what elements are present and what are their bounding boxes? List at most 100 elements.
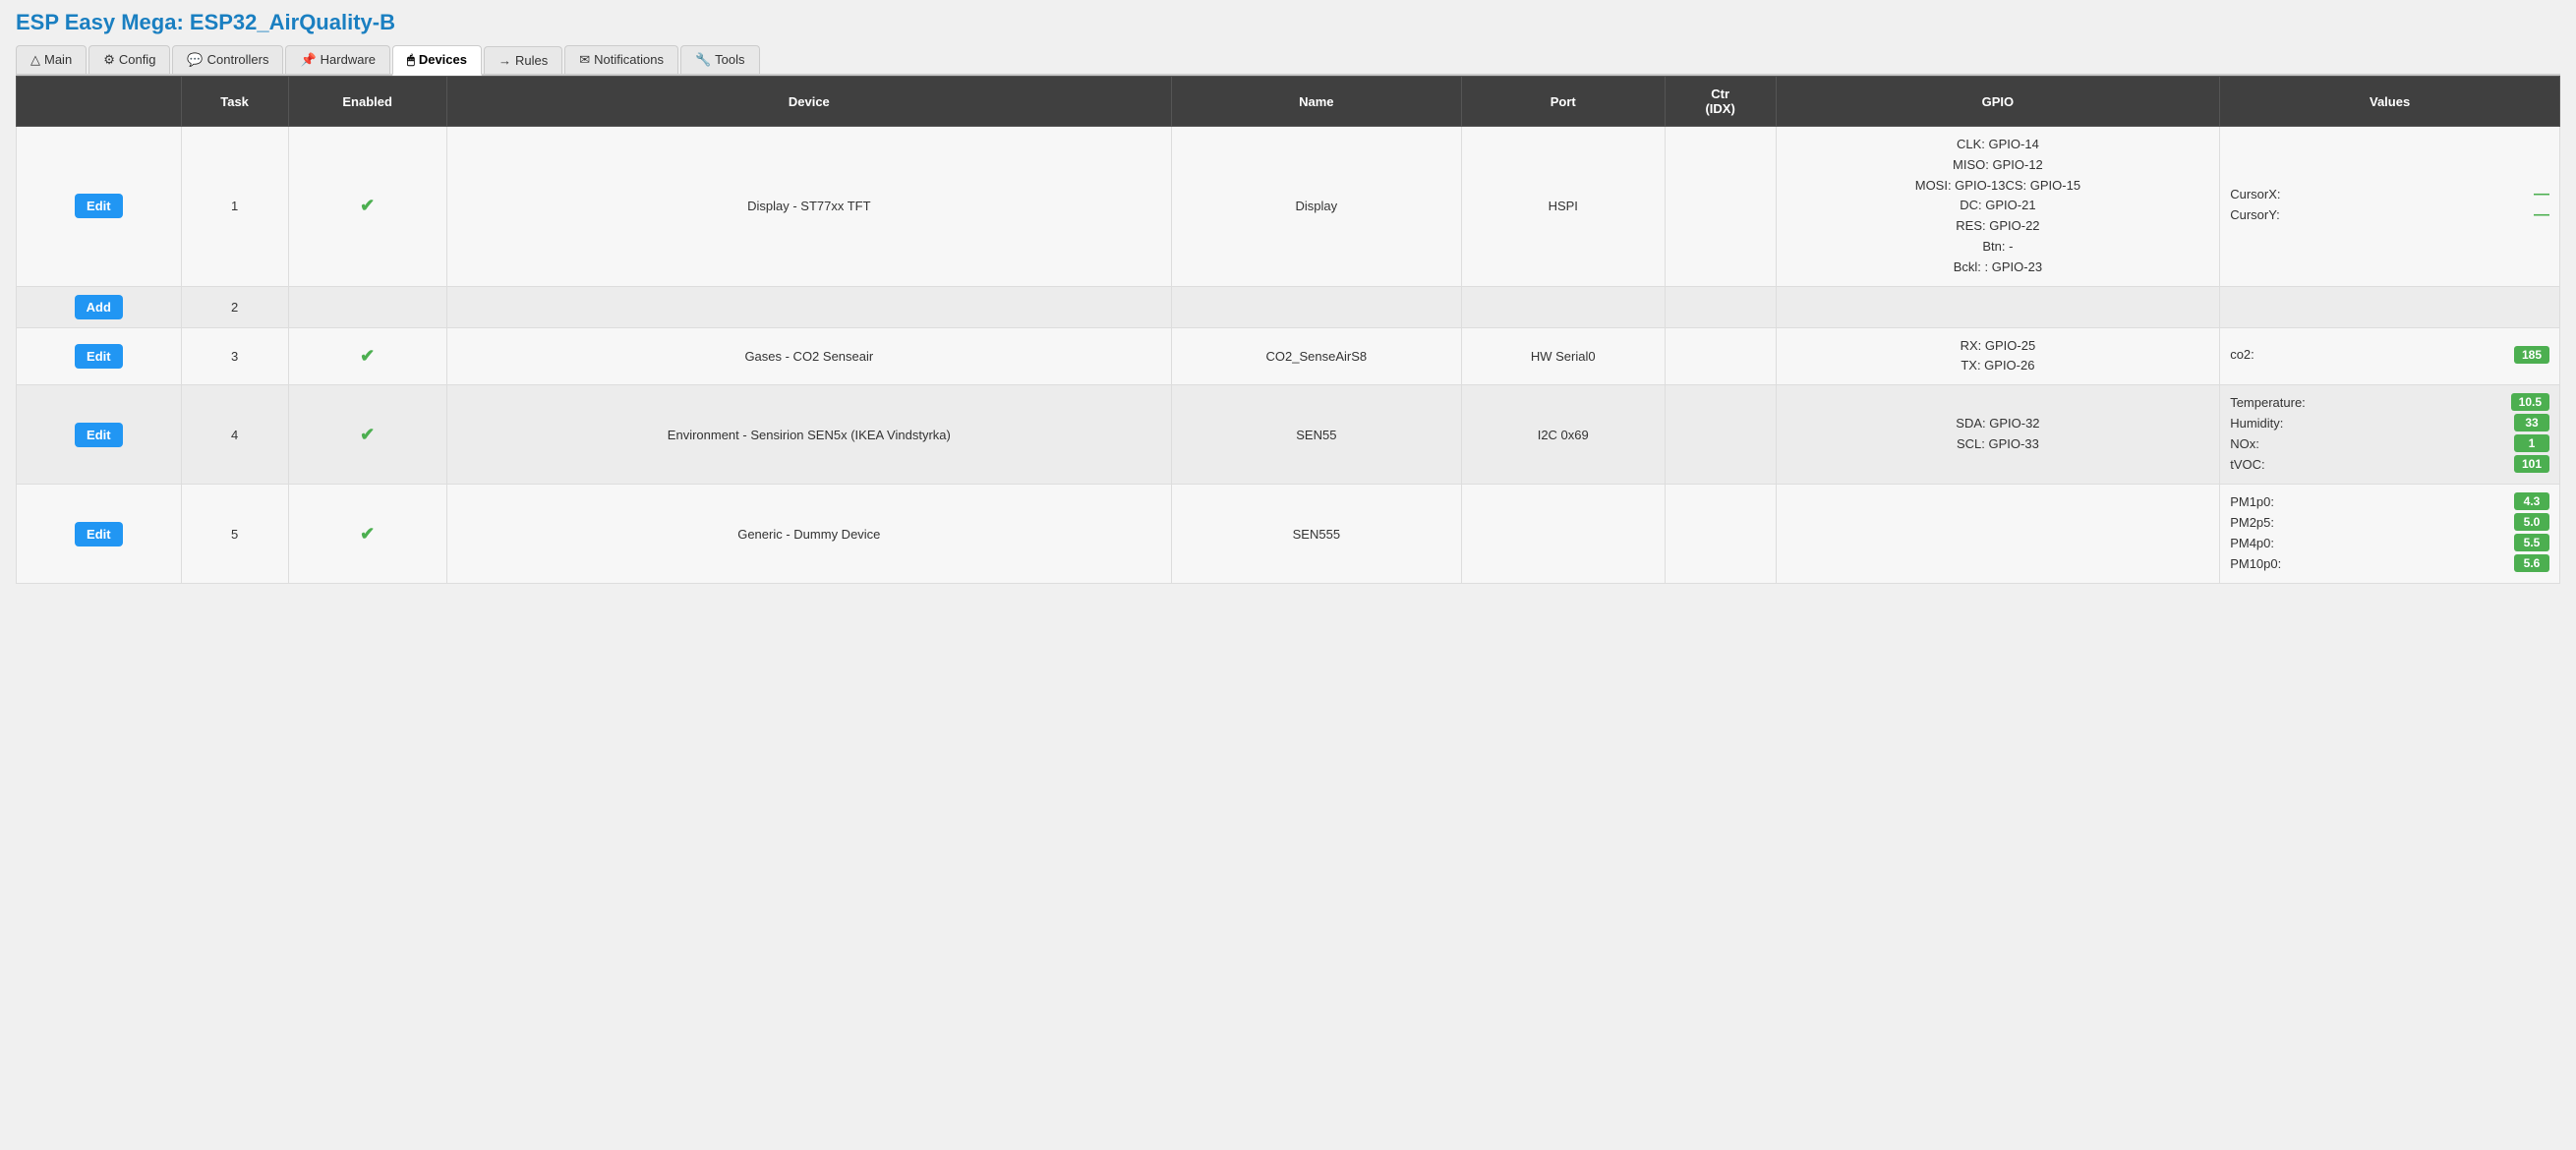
- port-cell: [1461, 286, 1665, 327]
- value-row: PM10p0: 5.6: [2230, 554, 2549, 572]
- value-row: NOx: 1: [2230, 434, 2549, 452]
- task-name: CO2_SenseAirS8: [1171, 327, 1461, 385]
- hardware-icon: 📌: [300, 52, 316, 67]
- edit-button[interactable]: Edit: [75, 194, 123, 218]
- device-name: Display - ST77xx TFT: [446, 127, 1171, 287]
- port-cell: HW Serial0: [1461, 327, 1665, 385]
- enabled-cell: [288, 286, 446, 327]
- ctr-idx-cell: [1665, 127, 1776, 287]
- value-label: Humidity:: [2230, 416, 2283, 431]
- edit-button[interactable]: Edit: [75, 423, 123, 447]
- values-cell: PM1p0:4.3 PM2p5: 5.0 PM4p0: 5.5 PM10p0: 5.6: [2220, 485, 2560, 584]
- value-label: PM2p5:: [2230, 515, 2274, 530]
- config-icon: ⚙: [103, 52, 115, 67]
- task-number: 3: [181, 327, 288, 385]
- col-ctr-idx: Ctr(IDX): [1665, 77, 1776, 127]
- tab-notifications[interactable]: ✉Notifications: [564, 45, 678, 74]
- value-amount: —: [2534, 206, 2549, 224]
- action-cell: Edit: [17, 327, 182, 385]
- value-label: NOx:: [2230, 436, 2259, 451]
- edit-button[interactable]: Edit: [75, 522, 123, 546]
- value-label: Temperature:: [2230, 395, 2306, 410]
- rules-icon: →: [498, 53, 511, 68]
- values-cell: [2220, 286, 2560, 327]
- controllers-icon: 💬: [187, 52, 203, 67]
- value-row: CursorX: —: [2230, 186, 2549, 203]
- values-cell: CursorX: — CursorY: —: [2220, 127, 2560, 287]
- tab-main[interactable]: △Main: [16, 45, 87, 74]
- table-header-row: Task Enabled Device Name Port Ctr(IDX) G…: [17, 77, 2560, 127]
- task-number: 1: [181, 127, 288, 287]
- check-icon: ✔: [360, 425, 375, 444]
- device-name: Environment - Sensirion SEN5x (IKEA Vind…: [446, 385, 1171, 485]
- table-row: Edit3✔Gases - CO2 SenseairCO2_SenseAirS8…: [17, 327, 2560, 385]
- enabled-cell: ✔: [288, 485, 446, 584]
- nav-bar: △Main ⚙Config 💬Controllers 📌Hardware 🖱De…: [16, 45, 2560, 76]
- value-row: PM4p0: 5.5: [2230, 534, 2549, 551]
- port-cell: [1461, 485, 1665, 584]
- device-name: Generic - Dummy Device: [446, 485, 1171, 584]
- value-row: PM2p5: 5.0: [2230, 513, 2549, 531]
- value-amount: 5.6: [2514, 554, 2549, 572]
- tab-devices[interactable]: 🖱Devices: [392, 45, 482, 76]
- table-row: Edit 1 ✔ Display - ST77xx TFTDisplayHSPI CLK…: [17, 127, 2560, 287]
- enabled-cell: ✔: [288, 127, 446, 287]
- value-row: Humidity:33: [2230, 414, 2549, 431]
- value-amount: —: [2534, 186, 2549, 203]
- enabled-cell: ✔: [288, 327, 446, 385]
- port-cell: I2C 0x69: [1461, 385, 1665, 485]
- device-table: Task Enabled Device Name Port Ctr(IDX) G…: [16, 76, 2560, 584]
- gpio-cell: CLK: GPIO-14MISO: GPIO-12MOSI: GPIO-13CS…: [1776, 127, 2220, 287]
- table-row: Add2: [17, 286, 2560, 327]
- col-task: Task: [181, 77, 288, 127]
- notifications-icon: ✉: [579, 52, 590, 67]
- gpio-cell: SDA: GPIO-32SCL: GPIO-33: [1776, 385, 2220, 485]
- enabled-cell: ✔: [288, 385, 446, 485]
- action-cell: Add: [17, 286, 182, 327]
- tab-rules[interactable]: →Rules: [484, 46, 562, 74]
- tab-controllers[interactable]: 💬Controllers: [172, 45, 283, 74]
- devices-icon: 🖱: [407, 52, 415, 67]
- col-values: Values: [2220, 77, 2560, 127]
- value-label: CursorY:: [2230, 207, 2280, 222]
- value-amount: 185: [2514, 346, 2549, 364]
- value-amount: 5.0: [2514, 513, 2549, 531]
- ctr-idx-cell: [1665, 385, 1776, 485]
- gpio-cell: RX: GPIO-25TX: GPIO-26: [1776, 327, 2220, 385]
- value-amount: 101: [2514, 455, 2549, 473]
- add-button[interactable]: Add: [75, 295, 123, 319]
- value-amount: 4.3: [2514, 492, 2549, 510]
- edit-button[interactable]: Edit: [75, 344, 123, 369]
- col-action: [17, 77, 182, 127]
- tab-hardware[interactable]: 📌Hardware: [285, 45, 390, 74]
- value-amount: 1: [2514, 434, 2549, 452]
- value-row: tVOC: 101: [2230, 455, 2549, 473]
- ctr-idx-cell: [1665, 327, 1776, 385]
- page-title: ESP Easy Mega: ESP32_AirQuality-B: [16, 10, 2560, 35]
- ctr-idx-cell: [1665, 286, 1776, 327]
- port-cell: HSPI: [1461, 127, 1665, 287]
- tab-tools[interactable]: 🔧Tools: [680, 45, 760, 74]
- value-label: PM10p0:: [2230, 556, 2281, 571]
- check-icon: ✔: [360, 196, 375, 215]
- col-device: Device: [446, 77, 1171, 127]
- value-amount: 5.5: [2514, 534, 2549, 551]
- col-gpio: GPIO: [1776, 77, 2220, 127]
- value-label: PM4p0:: [2230, 536, 2274, 550]
- action-cell: Edit: [17, 385, 182, 485]
- task-name: SEN55: [1171, 385, 1461, 485]
- tools-icon: 🔧: [695, 52, 711, 67]
- value-label: CursorX:: [2230, 187, 2280, 201]
- value-label: tVOC:: [2230, 457, 2264, 472]
- check-icon: ✔: [360, 346, 375, 366]
- tab-config[interactable]: ⚙Config: [88, 45, 170, 74]
- task-name: Display: [1171, 127, 1461, 287]
- device-name: [446, 286, 1171, 327]
- gpio-cell: [1776, 286, 2220, 327]
- table-row: Edit5✔Generic - Dummy DeviceSEN555PM1p0:…: [17, 485, 2560, 584]
- value-row: co2:185: [2230, 346, 2549, 364]
- gpio-cell: [1776, 485, 2220, 584]
- value-row: PM1p0:4.3: [2230, 492, 2549, 510]
- action-cell: Edit: [17, 485, 182, 584]
- value-amount: 10.5: [2511, 393, 2549, 411]
